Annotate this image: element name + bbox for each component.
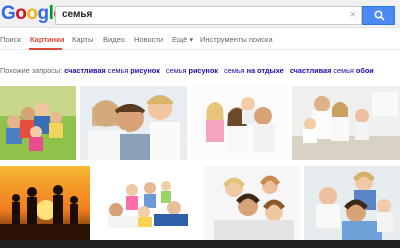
related-plain: семья (105, 66, 131, 75)
family-photo-smiling (80, 86, 187, 160)
related-link-3[interactable]: семья на отдыхе (224, 66, 284, 75)
related-bold: счастливая (289, 66, 332, 75)
related-link-2[interactable]: семья рисунок (166, 66, 218, 75)
tab-more[interactable]: Ещё ▾ (172, 35, 193, 44)
search-input[interactable]: семья × (55, 6, 362, 25)
image-result[interactable] (292, 86, 400, 160)
image-result[interactable] (0, 166, 90, 240)
related-bold: на отдыхе (246, 66, 284, 75)
search-button[interactable] (362, 6, 395, 25)
family-photo-sofa (292, 86, 400, 160)
search-tabs: Поиск Картинки Карты Видео Новости Ещё ▾… (0, 28, 400, 50)
logo-letter: G (1, 3, 16, 24)
tab-news[interactable]: Новости (134, 35, 163, 44)
related-plain: семья (224, 66, 247, 75)
tab-video[interactable]: Видео (103, 35, 125, 44)
tab-images[interactable]: Картинки (30, 35, 65, 44)
family-silhouette-sunset (0, 166, 90, 240)
related-bold: обои (355, 66, 374, 75)
image-result[interactable] (191, 86, 289, 160)
logo-letter: g (37, 3, 50, 24)
related-searches: Похожие запросы: счастливая семья рисуно… (0, 66, 374, 75)
family-photo-grass (0, 86, 76, 160)
related-link-1[interactable]: счастливая семья рисунок (64, 66, 160, 75)
tab-search[interactable]: Поиск (0, 35, 21, 44)
search-query: семья (62, 9, 93, 20)
family-photo-lying (94, 166, 200, 240)
close-icon[interactable]: × (350, 9, 356, 22)
family-photo-floor (204, 166, 300, 240)
active-tab-indicator (29, 48, 62, 50)
top-bar: Google семья × (0, 0, 400, 28)
tab-search-tools[interactable]: Инструменты поиска (200, 35, 273, 44)
related-bold: рисунок (188, 66, 219, 75)
logo-letter: o (15, 3, 27, 24)
related-label: Похожие запросы: (0, 66, 63, 75)
family-photo-hug (304, 166, 400, 240)
bottom-bar (0, 240, 400, 248)
image-result[interactable] (0, 86, 76, 160)
related-plain: семья (165, 66, 189, 75)
related-link-4[interactable]: счастливая семья обои (290, 66, 374, 75)
image-result[interactable] (94, 166, 200, 240)
logo-letter: o (26, 3, 38, 24)
family-photo-white-bg (191, 86, 289, 160)
image-result[interactable] (204, 166, 300, 240)
related-bold: рисунок (130, 66, 160, 75)
image-result[interactable] (80, 86, 187, 160)
search-icon (374, 10, 385, 21)
related-bold: счастливая (64, 66, 106, 75)
tab-maps[interactable]: Карты (72, 35, 93, 44)
image-result[interactable] (304, 166, 400, 240)
related-plain: семья (331, 66, 356, 75)
